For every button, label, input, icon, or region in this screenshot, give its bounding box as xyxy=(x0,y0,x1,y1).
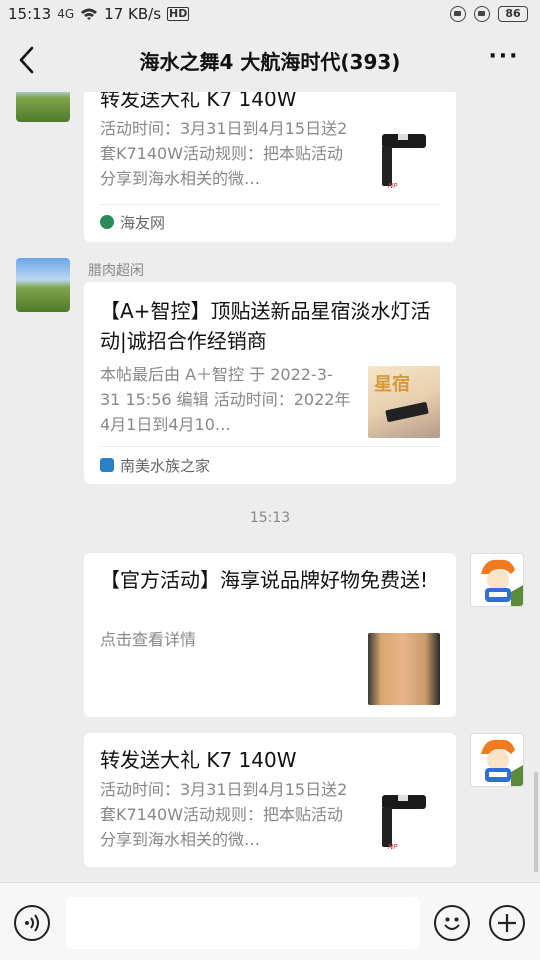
chat-header: 海水之舞4 大航海时代(393) ··· xyxy=(0,28,540,92)
card-description: 点击查看详情 xyxy=(100,630,197,649)
sender-avatar[interactable] xyxy=(16,92,70,122)
chat-messages[interactable]: 转发送大礼 K7 140W 活动时间：3月31日到4月15日送2套K7140W活… xyxy=(0,92,540,882)
svg-text:NP: NP xyxy=(388,182,398,190)
thumbnail-text: 星宿 xyxy=(374,374,410,395)
my-avatar[interactable] xyxy=(470,733,524,787)
more-button[interactable]: ··· xyxy=(488,46,520,74)
plus-icon xyxy=(498,914,516,932)
more-functions-button[interactable] xyxy=(489,905,525,941)
hd-badge: HD xyxy=(167,7,190,21)
input-bar xyxy=(0,882,540,960)
back-button[interactable] xyxy=(12,42,44,78)
card-source: 海友网 xyxy=(100,205,165,239)
cartoon-face-icon xyxy=(481,559,523,606)
status-bar: 15:13 4G 17 KB/s HD 86 xyxy=(0,0,540,28)
link-card[interactable]: 【官方活动】海享说品牌好物免费送! 点击查看详情 xyxy=(84,553,456,717)
battery-icon: 86 xyxy=(498,6,528,22)
aquarium-light-icon: NP xyxy=(382,795,426,851)
link-card[interactable]: 【A+智控】顶贴送新品星宿淡水灯活动|诚招合作经销商 本帖最后由 A＋智控 于 … xyxy=(84,282,456,484)
aquarium-light-icon: NP xyxy=(382,134,426,190)
scrollbar[interactable] xyxy=(534,772,538,872)
sender-name: 腊肉超闲 xyxy=(88,263,144,279)
link-card[interactable]: 转发送大礼 K7 140W 活动时间：3月31日到4月15日送2套K7140W活… xyxy=(84,733,456,867)
message-input[interactable] xyxy=(66,897,420,949)
message-timestamp: 15:13 xyxy=(249,510,291,526)
chat-title: 海水之舞4 大航海时代(393) xyxy=(139,49,401,74)
svg-text:NP: NP xyxy=(388,843,398,851)
card-title: 转发送大礼 K7 140W xyxy=(100,92,297,111)
status-time: 15:13 xyxy=(8,5,52,23)
card-thumbnail: NP xyxy=(368,785,440,857)
lamp-shape xyxy=(385,401,429,423)
sender-avatar[interactable] xyxy=(16,258,70,312)
card-title: 【A+智控】顶贴送新品星宿淡水灯活动|诚招合作经销商 xyxy=(100,299,431,353)
voice-icon xyxy=(25,914,39,932)
network-speed: 17 KB/s xyxy=(104,5,162,23)
link-card[interactable]: 转发送大礼 K7 140W 活动时间：3月31日到4月15日送2套K7140W活… xyxy=(84,92,456,242)
source-name: 海友网 xyxy=(120,213,166,232)
card-thumbnail: NP xyxy=(368,124,440,196)
source-logo-icon xyxy=(100,458,114,472)
card-title: 转发送大礼 K7 140W xyxy=(100,748,297,772)
screen-record-icon xyxy=(450,6,466,22)
card-divider xyxy=(100,446,440,447)
cartoon-face-icon xyxy=(481,739,523,786)
card-thumbnail xyxy=(368,633,440,705)
signal-icon: 4G xyxy=(57,7,75,21)
card-description: 活动时间：3月31日到4月15日送2套K7140W活动规则：把本贴活动分享到海水… xyxy=(100,780,348,849)
smiley-icon xyxy=(444,917,460,930)
source-name: 南美水族之家 xyxy=(120,456,211,475)
wifi-icon xyxy=(81,8,98,20)
card-description: 活动时间：3月31日到4月15日送2套K7140W活动规则：把本贴活动分享到海水… xyxy=(100,119,348,188)
card-source: 南美水族之家 xyxy=(100,448,210,482)
lock-icon xyxy=(474,6,490,22)
emoji-button[interactable] xyxy=(434,905,470,941)
chevron-left-icon xyxy=(19,46,34,74)
voice-button[interactable] xyxy=(14,905,50,941)
my-avatar[interactable] xyxy=(470,553,524,607)
source-logo-icon xyxy=(100,215,114,229)
card-title: 【官方活动】海享说品牌好物免费送! xyxy=(100,568,429,592)
card-thumbnail: 星宿 xyxy=(368,366,440,438)
card-description: 本帖最后由 A＋智控 于 2022-3-31 15:56 编辑 活动时间：202… xyxy=(100,365,351,434)
